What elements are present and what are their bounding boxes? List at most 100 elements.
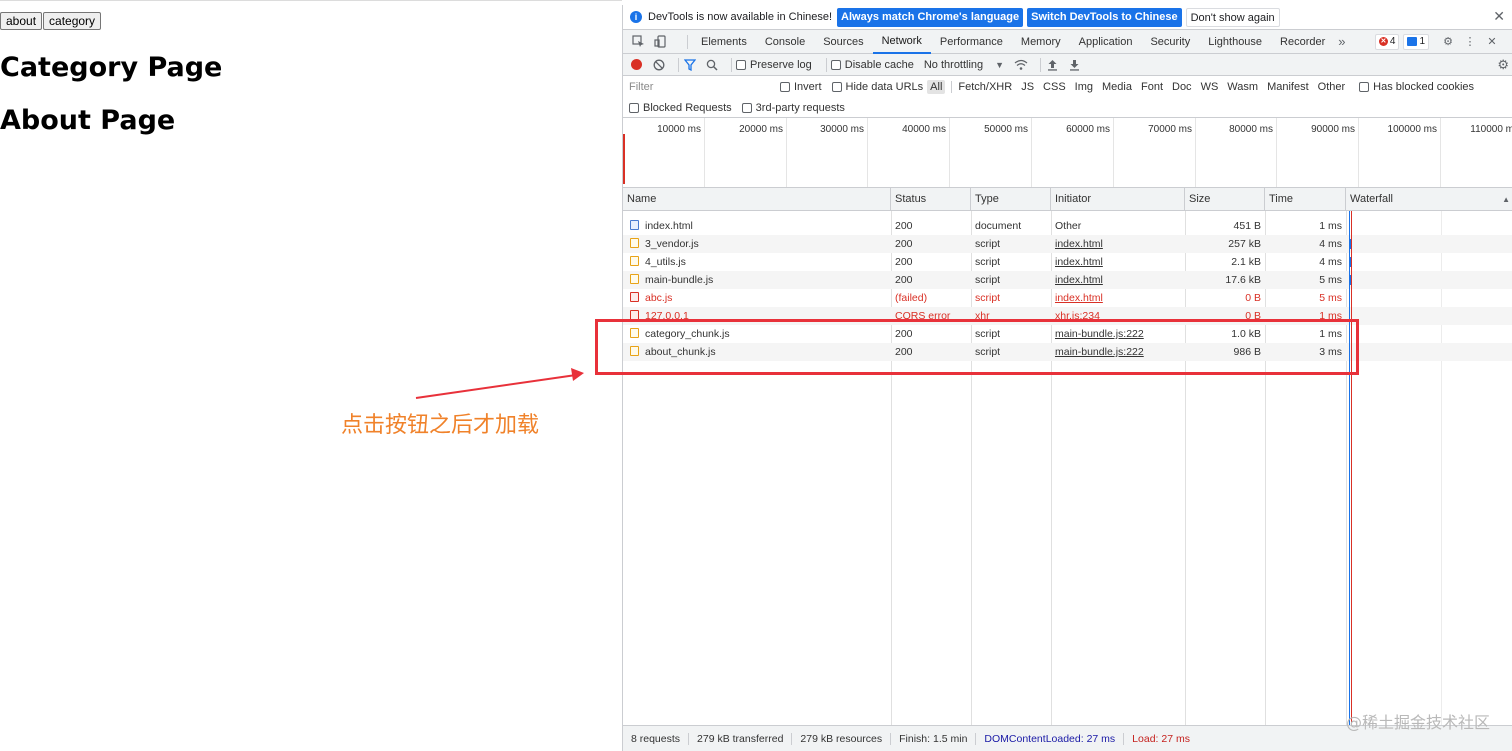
- dont-show-again-button[interactable]: Don't show again: [1185, 7, 1280, 27]
- blocked-requests-checkbox[interactable]: Blocked Requests: [629, 102, 732, 114]
- cell-name-text: 4_utils.js: [645, 256, 686, 268]
- request-row[interactable]: 3_vendor.js 200 script index.html 257 kB 4 ms: [623, 235, 1512, 253]
- cell-initiator[interactable]: index.html: [1055, 271, 1183, 289]
- column-header-size[interactable]: Size: [1185, 188, 1265, 211]
- cell-type-text: script: [975, 256, 1001, 268]
- kebab-menu-icon[interactable]: ⋮: [1463, 35, 1477, 49]
- request-row[interactable]: abc.js (failed) script index.html 0 B 5 ms: [623, 289, 1512, 307]
- has-blocked-cookies-label: Has blocked cookies: [1373, 81, 1475, 93]
- infobar-close-icon[interactable]: ✕: [1493, 8, 1505, 25]
- checkbox-box[interactable]: [1359, 82, 1370, 92]
- tab-elements[interactable]: Elements: [692, 30, 756, 54]
- cell-initiator[interactable]: index.html: [1055, 235, 1183, 253]
- category-button[interactable]: category: [43, 12, 102, 30]
- settings-gear-icon[interactable]: ⚙: [1441, 35, 1455, 49]
- column-header-initiator[interactable]: Initiator: [1051, 188, 1185, 211]
- toolbar-separator: [825, 57, 827, 72]
- type-filter-other[interactable]: Other: [1315, 80, 1349, 94]
- type-filter-js[interactable]: JS: [1018, 80, 1037, 94]
- disable-cache-checkbox[interactable]: Disable cache: [830, 59, 914, 71]
- tab-lighthouse[interactable]: Lighthouse: [1199, 30, 1271, 54]
- checkbox-box[interactable]: [736, 59, 746, 70]
- tab-memory[interactable]: Memory: [1012, 30, 1070, 54]
- type-filter-fetch-xhr[interactable]: Fetch/XHR: [955, 80, 1015, 94]
- tab-bar-tools: [623, 35, 683, 49]
- search-icon[interactable]: [705, 58, 719, 72]
- tab-console[interactable]: Console: [756, 30, 814, 54]
- type-filter-img[interactable]: Img: [1072, 80, 1096, 94]
- type-filter-all[interactable]: All: [927, 80, 946, 94]
- close-devtools-icon[interactable]: ✕: [1485, 35, 1499, 49]
- device-toolbar-icon[interactable]: [653, 35, 667, 49]
- request-row[interactable]: main-bundle.js 200 script index.html 17.6 kB…: [623, 271, 1512, 289]
- type-filter-ws[interactable]: WS: [1198, 80, 1222, 94]
- invert-label: Invert: [794, 81, 822, 93]
- has-blocked-cookies-checkbox[interactable]: Has blocked cookies: [1359, 81, 1474, 93]
- third-party-requests-label: 3rd-party requests: [755, 101, 845, 114]
- checkbox-box[interactable]: [629, 102, 639, 113]
- cell-initiator-text: index.html: [1055, 238, 1103, 250]
- record-icon[interactable]: [631, 59, 642, 70]
- error-count-badge[interactable]: ✕ 4: [1374, 33, 1400, 50]
- column-header-type[interactable]: Type: [971, 188, 1051, 211]
- filter-funnel-icon[interactable]: [683, 58, 697, 72]
- type-filter-doc[interactable]: Doc: [1169, 80, 1195, 94]
- cell-initiator-text: Other: [1055, 220, 1082, 232]
- cell-initiator: Other: [1055, 217, 1183, 235]
- tab-sources[interactable]: Sources: [814, 30, 872, 54]
- cell-name: 4_utils.js: [630, 253, 888, 271]
- throttling-select[interactable]: No throttling ▼: [924, 59, 1014, 71]
- request-row[interactable]: index.html 200 document Other 451 B 1 ms: [623, 217, 1512, 235]
- third-party-requests-checkbox[interactable]: 3rd-party requests: [741, 101, 845, 114]
- import-har-icon[interactable]: [1045, 58, 1059, 72]
- cell-status: 200: [895, 271, 969, 289]
- type-filter-css[interactable]: CSS: [1040, 80, 1069, 94]
- cell-time: 5 ms: [1265, 289, 1342, 307]
- invert-checkbox[interactable]: Invert: [780, 81, 822, 93]
- column-header-time[interactable]: Time: [1265, 188, 1346, 211]
- inspect-element-icon[interactable]: [631, 35, 645, 49]
- page-button-row: about category: [0, 12, 102, 30]
- filter-input[interactable]: Filter: [627, 79, 767, 96]
- column-header-status[interactable]: Status: [891, 188, 971, 211]
- error-icon: [630, 292, 639, 302]
- type-filter-media[interactable]: Media: [1099, 80, 1135, 94]
- cell-size: 0 B: [1185, 289, 1261, 307]
- request-table-body: index.html 200 document Other 451 B 1 ms 3_ven…: [623, 211, 1512, 725]
- tab-security[interactable]: Security: [1141, 30, 1199, 54]
- type-filter-wasm[interactable]: Wasm: [1224, 80, 1261, 94]
- cell-initiator-text: index.html: [1055, 292, 1103, 304]
- cell-initiator[interactable]: index.html: [1055, 253, 1183, 271]
- checkbox-box[interactable]: [741, 102, 752, 113]
- switch-language-button[interactable]: Switch DevTools to Chinese: [1027, 7, 1182, 27]
- export-har-icon[interactable]: [1067, 58, 1081, 72]
- tab-performance[interactable]: Performance: [931, 30, 1012, 54]
- timeline-overview[interactable]: 10000 ms 20000 ms 30000 ms 40000 ms 50000 ms…: [623, 118, 1512, 188]
- tab-application[interactable]: Application: [1070, 30, 1142, 54]
- checkbox-box[interactable]: [780, 82, 790, 92]
- more-tabs-icon[interactable]: »: [1338, 34, 1345, 49]
- cell-time: 4 ms: [1265, 235, 1342, 253]
- cell-status-text: 200: [895, 256, 913, 268]
- cell-size: 2.1 kB: [1185, 253, 1261, 271]
- request-row[interactable]: 4_utils.js 200 script index.html 2.1 kB 4 ms: [623, 253, 1512, 271]
- match-language-button[interactable]: Always match Chrome's language: [837, 7, 1024, 27]
- cell-initiator[interactable]: index.html: [1055, 289, 1183, 307]
- checkbox-box[interactable]: [830, 59, 841, 70]
- type-filter-manifest[interactable]: Manifest: [1264, 80, 1312, 94]
- network-conditions-icon[interactable]: [1014, 58, 1028, 72]
- tab-network[interactable]: Network: [872, 30, 931, 54]
- message-count-badge[interactable]: 1: [1403, 33, 1429, 50]
- column-header-waterfall[interactable]: Waterfall ▲: [1346, 188, 1512, 211]
- about-button[interactable]: about: [0, 12, 43, 30]
- tab-recorder[interactable]: Recorder: [1271, 30, 1334, 54]
- column-header-name[interactable]: Name: [623, 188, 891, 211]
- hide-data-urls-checkbox[interactable]: Hide data URLs: [831, 81, 923, 93]
- type-filter-font[interactable]: Font: [1138, 80, 1166, 94]
- network-settings-gear-icon[interactable]: ⚙: [1497, 57, 1509, 73]
- cell-type-text: script: [975, 238, 1001, 250]
- preserve-log-checkbox[interactable]: Preserve log: [736, 59, 812, 71]
- cell-type-text: document: [975, 220, 1022, 232]
- clear-icon[interactable]: [652, 58, 666, 72]
- checkbox-box[interactable]: [831, 82, 842, 92]
